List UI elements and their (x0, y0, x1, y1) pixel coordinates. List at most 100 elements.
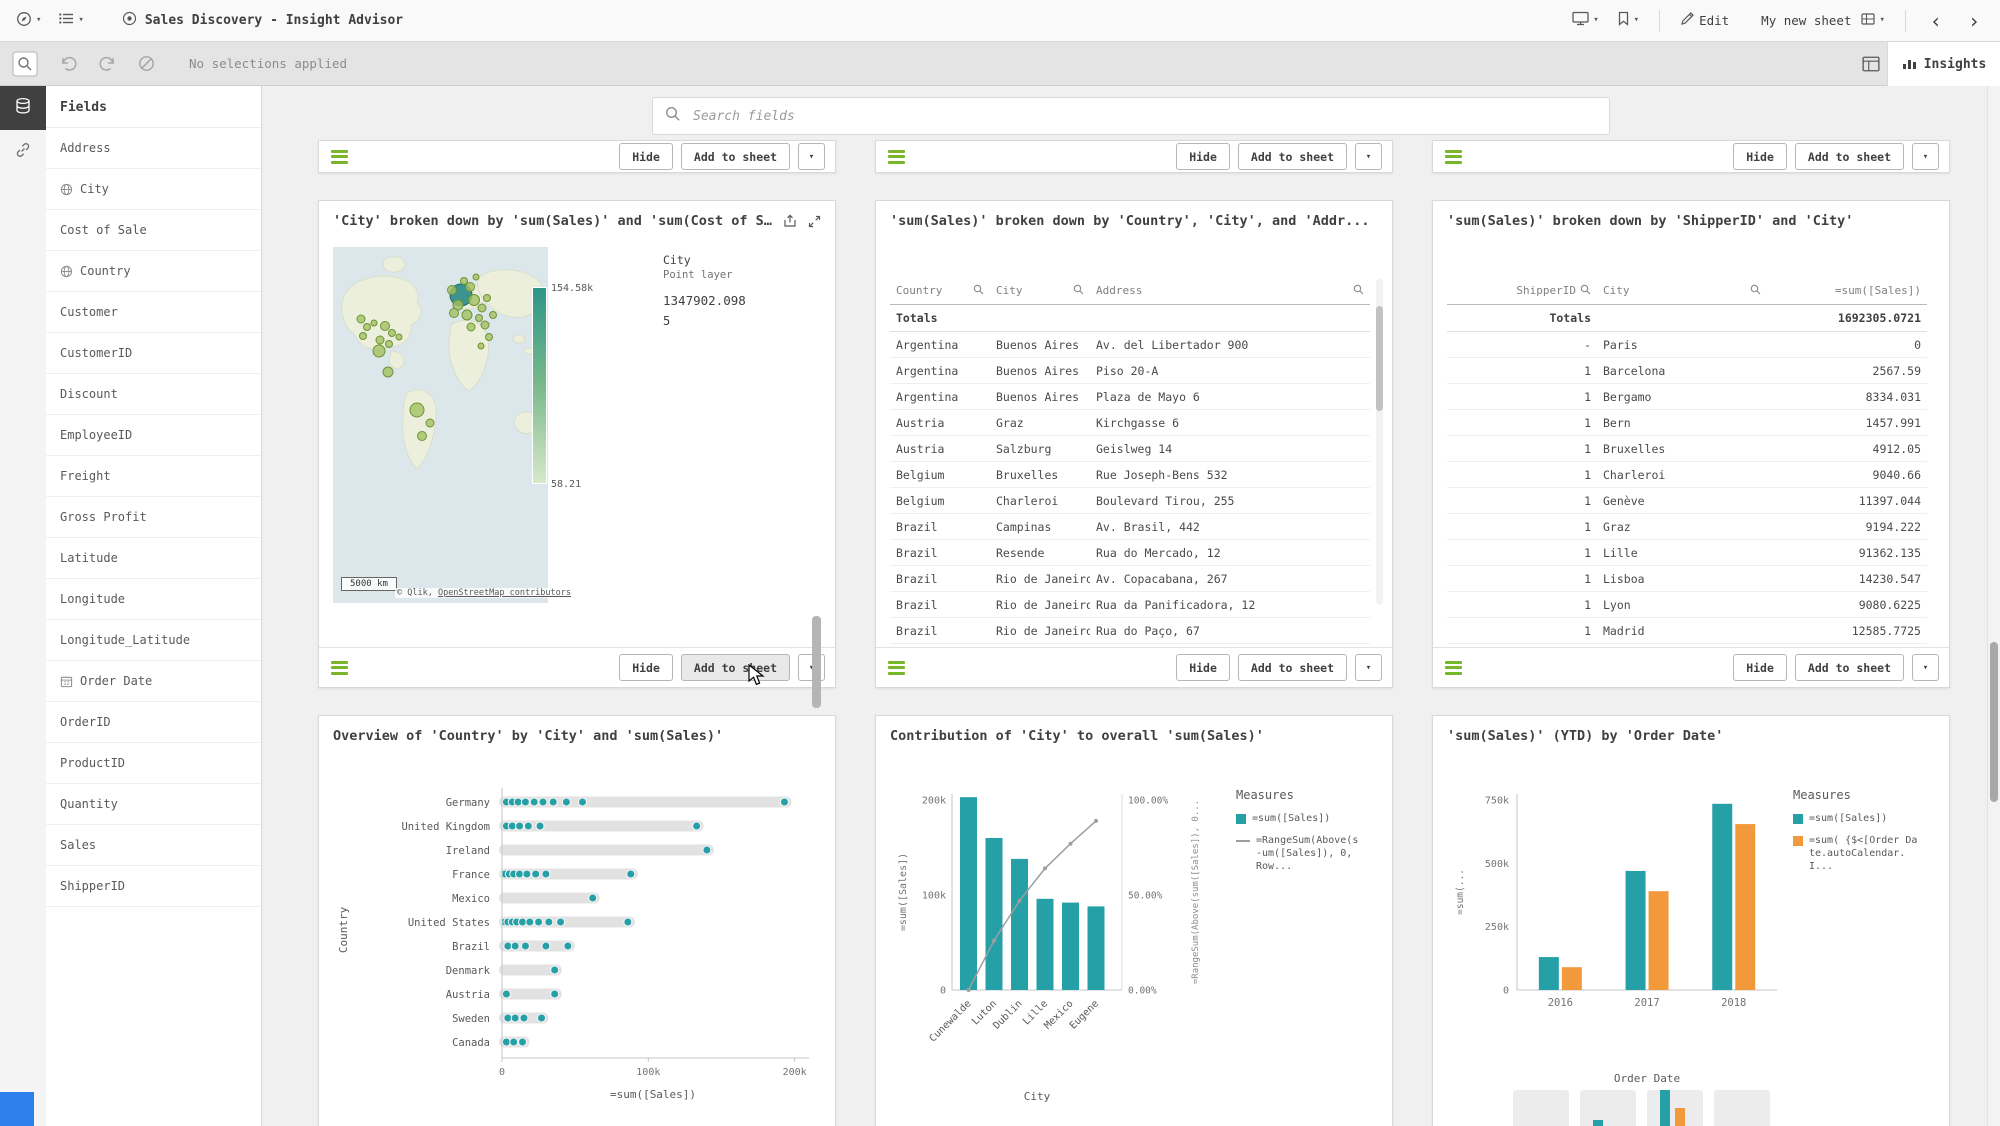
add-to-sheet-dropdown-button[interactable]: ▾ (1912, 654, 1939, 681)
data-point[interactable] (693, 822, 701, 830)
table-cell[interactable]: Argentina (890, 358, 990, 384)
legend-item[interactable]: =sum([Sales]) (1236, 812, 1362, 825)
field-item-employeeid[interactable]: EmployeeID (46, 415, 261, 456)
hide-button[interactable]: Hide (1176, 143, 1230, 170)
main-scrollbar[interactable] (1987, 86, 2000, 1126)
data-connections-button[interactable] (0, 130, 46, 174)
data-point[interactable] (532, 870, 540, 878)
column-header-city[interactable]: City (990, 277, 1090, 305)
table-cell[interactable]: Buenos Aires (990, 358, 1090, 384)
table-cell[interactable]: 1 (1447, 436, 1597, 462)
previous-sheet-button[interactable]: ‹ (1920, 11, 1952, 31)
table-cell[interactable]: Argentina (890, 332, 990, 358)
table-cell[interactable]: 1 (1447, 488, 1597, 514)
bar-dublin[interactable] (1011, 859, 1028, 990)
data-point[interactable] (551, 966, 559, 974)
field-item-longitude-latitude[interactable]: Longitude_Latitude (46, 620, 261, 661)
show-on-device-button[interactable]: ▾ (1566, 7, 1604, 34)
map-point[interactable] (469, 295, 480, 306)
sheet-selector-button[interactable]: My new sheet ▾ (1755, 9, 1891, 33)
scrollbar-thumb[interactable] (1376, 306, 1383, 411)
hide-button[interactable]: Hide (1733, 654, 1787, 681)
range-bar[interactable] (499, 845, 714, 856)
field-item-freight[interactable]: Freight (46, 456, 261, 497)
map-point[interactable] (484, 295, 491, 302)
field-item-country[interactable]: Country (46, 251, 261, 292)
table-cell[interactable]: 4912.05 (1767, 436, 1927, 462)
table-cell[interactable]: 1 (1447, 358, 1597, 384)
add-to-sheet-button[interactable]: Add to sheet (681, 654, 790, 681)
field-item-longitude[interactable]: Longitude (46, 579, 261, 620)
chat-widget-button[interactable] (0, 1092, 34, 1126)
table-cell[interactable]: Rio de Janeiro (990, 566, 1090, 592)
table-cell[interactable]: 1 (1447, 618, 1597, 644)
selections-tool-button[interactable] (1862, 56, 1880, 72)
line-point[interactable] (1069, 842, 1073, 846)
range-bar[interactable] (499, 893, 600, 904)
table-cell[interactable]: 1 (1447, 540, 1597, 566)
data-point[interactable] (549, 798, 557, 806)
data-point[interactable] (627, 870, 635, 878)
hide-button[interactable]: Hide (619, 143, 673, 170)
data-point[interactable] (551, 990, 559, 998)
expand-icon[interactable] (808, 215, 821, 228)
share-icon[interactable] (783, 214, 798, 228)
field-item-sales[interactable]: Sales (46, 825, 261, 866)
table-cell[interactable]: 1 (1447, 592, 1597, 618)
map-point[interactable] (376, 336, 384, 344)
table-cell[interactable]: 8334.031 (1767, 384, 1927, 410)
data-point[interactable] (521, 942, 529, 950)
data-point[interactable] (504, 1014, 512, 1022)
table-cell[interactable]: Rua do Paço, 67 (1090, 618, 1370, 644)
add-to-sheet-button[interactable]: Add to sheet (681, 143, 790, 170)
line-point[interactable] (1094, 819, 1098, 823)
map-point[interactable] (490, 312, 497, 319)
field-item-customer[interactable]: Customer (46, 292, 261, 333)
line-point[interactable] (1018, 899, 1022, 903)
card-menu-button[interactable] (886, 145, 907, 168)
field-item-latitude[interactable]: Latitude (46, 538, 261, 579)
table-cell[interactable]: Bruxelles (1597, 436, 1767, 462)
bar-eugene[interactable] (1088, 906, 1105, 990)
map-point[interactable] (371, 320, 377, 326)
table-cell[interactable]: 1 (1447, 566, 1597, 592)
map-canvas[interactable] (333, 247, 548, 603)
table-cell[interactable]: Geislweg 14 (1090, 436, 1370, 462)
attribution-link[interactable]: OpenStreetMap contributors (438, 588, 571, 598)
table-cell[interactable]: 9080.6225 (1767, 592, 1927, 618)
data-point[interactable] (524, 822, 532, 830)
data-point[interactable] (520, 1014, 528, 1022)
data-point[interactable] (564, 942, 572, 950)
data-point[interactable] (536, 822, 544, 830)
table-cell[interactable]: 1 (1447, 384, 1597, 410)
hide-button[interactable]: Hide (1176, 654, 1230, 681)
table-cell[interactable]: Paris (1597, 332, 1767, 358)
field-item-customerid[interactable]: CustomerID (46, 333, 261, 374)
map-point[interactable] (461, 278, 468, 285)
table-cell[interactable]: Austria (890, 436, 990, 462)
table-cell[interactable]: Brazil (890, 592, 990, 618)
legend-item[interactable]: =sum([Sales]) (1793, 812, 1919, 825)
map-point[interactable] (357, 315, 365, 323)
legend-item[interactable]: =RangeSum(Above(s-um([Sales]), 0, Row... (1236, 834, 1362, 873)
table-cell[interactable]: Av. del Libertador 900 (1090, 332, 1370, 358)
data-point[interactable] (589, 894, 597, 902)
data-point[interactable] (526, 918, 534, 926)
map-point[interactable] (466, 283, 475, 292)
scrollbar-thumb[interactable] (1990, 642, 1998, 802)
bar-2016-ytd[interactable] (1562, 967, 1582, 990)
table-cell[interactable]: Bruxelles (990, 462, 1090, 488)
data-point[interactable] (508, 822, 516, 830)
map-point[interactable] (450, 309, 459, 318)
table-cell[interactable]: Campinas (990, 514, 1090, 540)
map-point[interactable] (486, 334, 493, 341)
table-cell[interactable]: Rio de Janeiro (990, 592, 1090, 618)
data-point[interactable] (523, 870, 531, 878)
bar-2018-sales[interactable] (1712, 804, 1732, 990)
add-to-sheet-dropdown-button[interactable]: ▾ (1355, 143, 1382, 170)
data-point[interactable] (538, 1014, 546, 1022)
data-point[interactable] (703, 846, 711, 854)
column-header-sum-sales[interactable]: =sum([Sales]) (1767, 277, 1927, 305)
field-item-cost-of-sale[interactable]: Cost of Sale (46, 210, 261, 251)
data-point[interactable] (516, 870, 524, 878)
